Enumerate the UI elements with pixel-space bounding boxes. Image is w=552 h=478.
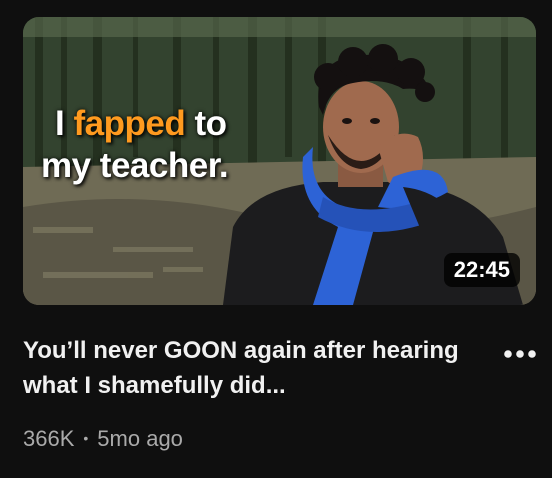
video-metadata: 366K • 5mo ago bbox=[23, 424, 183, 453]
upload-age: 5mo ago bbox=[97, 426, 183, 451]
video-thumbnail[interactable]: I fapped to my teacher. 22:45 bbox=[23, 17, 536, 305]
thumbnail-caption: I fapped to my teacher. bbox=[41, 103, 229, 187]
video-title[interactable]: You’ll never GOON again after hearing wh… bbox=[23, 333, 463, 403]
more-options-button[interactable] bbox=[500, 342, 540, 366]
caption-suffix: to bbox=[194, 104, 227, 143]
meta-separator: • bbox=[83, 430, 89, 446]
more-vert-icon bbox=[504, 350, 536, 358]
caption-prefix: I bbox=[55, 104, 65, 143]
caption-highlight: fapped bbox=[73, 104, 186, 143]
duration-badge: 22:45 bbox=[443, 253, 520, 287]
video-card: I fapped to my teacher. 22:45 You’ll nev… bbox=[0, 0, 552, 478]
caption-line2: my teacher. bbox=[41, 146, 229, 185]
view-count: 366K bbox=[23, 426, 75, 451]
